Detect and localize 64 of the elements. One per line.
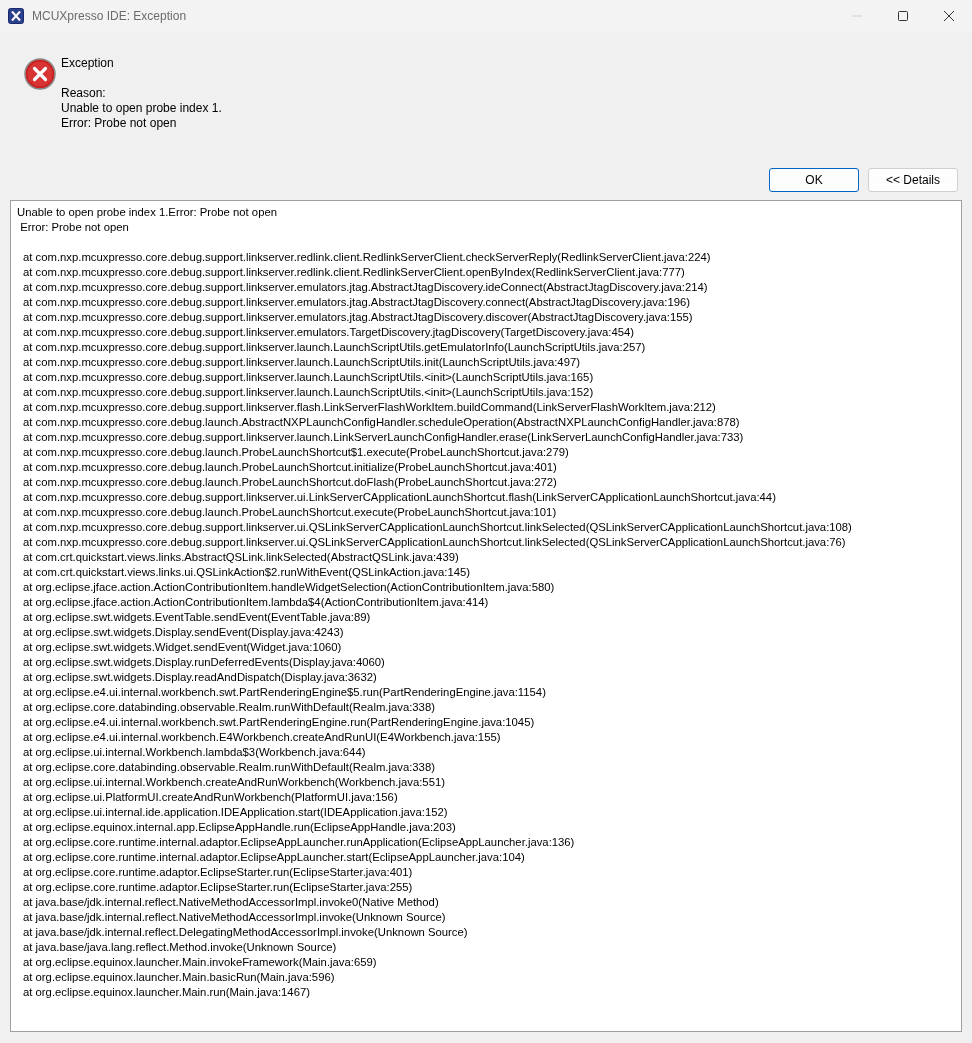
stack-frame: at org.eclipse.swt.widgets.Display.runDeferredEvents(Display.java:4060) bbox=[23, 655, 385, 670]
stack-frame: at org.eclipse.equinox.internal.app.EclipseAppHandle.run(EclipseAppHandle.java:203) bbox=[23, 820, 456, 835]
stack-frame: at java.base/jdk.internal.reflect.DelegatingMethodAccessorImpl.invoke(Unknown Source) bbox=[23, 925, 468, 940]
stack-frame: at com.nxp.mcuxpresso.core.debug.support.linkserver.redlink.client.RedlinkServerClient.checkServerReply(RedlinkServerClient.java:224) bbox=[23, 250, 711, 265]
details-text-area[interactable] bbox=[10, 200, 962, 1032]
stack-frame: at com.crt.quickstart.views.links.ui.QSLinkAction$2.runWithEvent(QSLinkAction.java:145) bbox=[23, 565, 471, 580]
stack-frame: at org.eclipse.swt.widgets.Display.sendEvent(Display.java:4243) bbox=[23, 625, 344, 640]
stack-frame: at org.eclipse.e4.ui.internal.workbench.E4Workbench.createAndRunUI(E4Workbench.java:155) bbox=[23, 730, 501, 745]
stack-frame: at java.base/jdk.internal.reflect.NativeMethodAccessorImpl.invoke(Unknown Source) bbox=[23, 910, 446, 925]
stack-frame: at org.eclipse.core.runtime.adaptor.EclipseStarter.run(EclipseStarter.java:401) bbox=[23, 865, 413, 880]
reason-text: Error: Probe not open bbox=[61, 116, 178, 131]
stack-frame: at org.eclipse.core.runtime.internal.adaptor.EclipseAppLauncher.start(EclipseAppLauncher.java:104) bbox=[23, 850, 525, 865]
stack-frame: at com.nxp.mcuxpresso.core.debug.support.linkserver.ui.LinkServerCApplicationLaunchShortcut.flash(LinkServerCApplicationLaunchShortcut.java:44) bbox=[23, 490, 776, 505]
stack-frame: at com.nxp.mcuxpresso.core.debug.launch.ProbeLaunchShortcut.doFlash(ProbeLaunchShortcut.java:272) bbox=[23, 475, 557, 490]
stack-frame: at com.nxp.mcuxpresso.core.debug.launch.ProbeLaunchShortcut$1.execute(ProbeLaunchShortcut.java:279) bbox=[23, 445, 569, 460]
reason-label: Reason: bbox=[61, 86, 107, 101]
stack-frame: at com.nxp.mcuxpresso.core.debug.support.linkserver.redlink.client.RedlinkServerClient.openByIndex(RedlinkServerClient.java:777) bbox=[23, 265, 685, 280]
stack-frame: at com.nxp.mcuxpresso.core.debug.support.linkserver.ui.QSLinkServerCApplicationLaunchShortcut.linkSelected(QSLinkServerCApplicationLaunchShortcut.java:76) bbox=[23, 535, 846, 550]
stack-frame: at org.eclipse.e4.ui.internal.workbench.swt.PartRenderingEngine$5.run(PartRenderingEngine.java:1154) bbox=[23, 685, 546, 700]
stack-frame: at org.eclipse.swt.widgets.Display.readAndDispatch(Display.java:3632) bbox=[23, 670, 377, 685]
stack-frame: at org.eclipse.jface.action.ActionContributionItem.handleWidgetSelection(ActionContributionItem.java:580) bbox=[23, 580, 555, 595]
stack-frame: at org.eclipse.core.databinding.observable.Realm.runWithDefault(Realm.java:338) bbox=[23, 760, 435, 775]
stack-frame: at org.eclipse.core.databinding.observable.Realm.runWithDefault(Realm.java:338) bbox=[23, 700, 435, 715]
stack-frame: at com.nxp.mcuxpresso.core.debug.support.linkserver.flash.LinkServerFlashWorkItem.buildCommand(LinkServerFlashWorkItem.java:212) bbox=[23, 400, 716, 415]
stack-frame: at org.eclipse.ui.PlatformUI.createAndRunWorkbench(PlatformUI.java:156) bbox=[23, 790, 398, 805]
app-logo-icon bbox=[8, 8, 24, 24]
stack-frame: at com.nxp.mcuxpresso.core.debug.launch.ProbeLaunchShortcut.execute(ProbeLaunchShortcut.java:101) bbox=[23, 505, 557, 520]
stack-frame: at com.nxp.mcuxpresso.core.debug.support.linkserver.emulators.TargetDiscovery.jtagDiscovery(TargetDiscovery.java:454) bbox=[23, 325, 635, 340]
stack-frame: at com.crt.quickstart.views.links.AbstractQSLink.linkSelected(AbstractQSLink.java:439) bbox=[23, 550, 459, 565]
stack-frame: at com.nxp.mcuxpresso.core.debug.support.linkserver.ui.QSLinkServerCApplicationLaunchShortcut.linkSelected(QSLinkServerCApplicationLaunchShortcut.java:108) bbox=[23, 520, 852, 535]
stack-frame: at org.eclipse.core.runtime.internal.adaptor.EclipseAppLauncher.runApplication(EclipseAppLauncher.java:136) bbox=[23, 835, 575, 850]
dialog-button[interactable]: OK bbox=[769, 168, 859, 192]
stack-frame: at com.nxp.mcuxpresso.core.debug.support.linkserver.launch.LaunchScriptUtils.<init>(LaunchScriptUtils.java:165) bbox=[23, 370, 594, 385]
stack-frame: at java.base/java.lang.reflect.Method.invoke(Unknown Source) bbox=[23, 940, 337, 955]
stack-frame: at java.base/jdk.internal.reflect.NativeMethodAccessorImpl.invoke0(Native Method) bbox=[23, 895, 439, 910]
stack-frame: at com.nxp.mcuxpresso.core.debug.support.linkserver.launch.LinkServerLaunchConfigHandler.erase(LinkServerLaunchConfigHandler.java:733) bbox=[23, 430, 744, 445]
stack-frame: at com.nxp.mcuxpresso.core.debug.launch.ProbeLaunchShortcut.initialize(ProbeLaunchShortcut.java:401) bbox=[23, 460, 557, 475]
stack-frame: at org.eclipse.swt.widgets.Widget.sendEvent(Widget.java:1060) bbox=[23, 640, 342, 655]
stack-frame: at com.nxp.mcuxpresso.core.debug.support.linkserver.launch.LaunchScriptUtils.getEmulatorInfo(LaunchScriptUtils.java:257) bbox=[23, 340, 646, 355]
stack-frame: at org.eclipse.ui.internal.Workbench.createAndRunWorkbench(Workbench.java:551) bbox=[23, 775, 445, 790]
close-icon bbox=[944, 11, 954, 21]
stack-frame: at com.nxp.mcuxpresso.core.debug.support.linkserver.launch.LaunchScriptUtils.<init>(LaunchScriptUtils.java:152) bbox=[23, 385, 594, 400]
dialog-button[interactable]: << Details bbox=[868, 168, 958, 192]
dialog-title: Exception bbox=[61, 56, 115, 71]
maximize-icon bbox=[898, 11, 908, 21]
error-message: Unable to open probe index 1.Error: Probe not open bbox=[17, 205, 277, 220]
stack-frame: at org.eclipse.jface.action.ActionContributionItem.lambda$4(ActionContributionItem.java:414) bbox=[23, 595, 489, 610]
stack-frame: at com.nxp.mcuxpresso.core.debug.support.linkserver.emulators.jtag.AbstractJtagDiscovery.connect(AbstractJtagDiscovery.java:196) bbox=[23, 295, 691, 310]
stack-frame: at org.eclipse.e4.ui.internal.workbench.swt.PartRenderingEngine.run(PartRenderingEngine.java:1045) bbox=[23, 715, 535, 730]
stack-frame: at com.nxp.mcuxpresso.core.debug.support.linkserver.emulators.jtag.AbstractJtagDiscovery.ideConnect(AbstractJtagDiscovery.java:214) bbox=[23, 280, 708, 295]
stack-frame: at org.eclipse.equinox.launcher.Main.run(Main.java:1467) bbox=[23, 985, 310, 1000]
stack-frame: at com.nxp.mcuxpresso.core.debug.launch.AbstractNXPLaunchConfigHandler.scheduleOperation(AbstractNXPLaunchConfigHandler.java:878) bbox=[23, 415, 740, 430]
stack-frame: at org.eclipse.equinox.launcher.Main.basicRun(Main.java:596) bbox=[23, 970, 335, 985]
stack-frame: at org.eclipse.ui.internal.Workbench.lambda$3(Workbench.java:644) bbox=[23, 745, 366, 760]
reason-text: Unable to open probe index 1. bbox=[61, 101, 222, 116]
stack-frame: at org.eclipse.swt.widgets.EventTable.sendEvent(EventTable.java:89) bbox=[23, 610, 371, 625]
stack-frame: at org.eclipse.equinox.launcher.Main.invokeFramework(Main.java:659) bbox=[23, 955, 377, 970]
window-title: MCUXpresso IDE: Exception bbox=[32, 8, 187, 25]
stack-frame: at org.eclipse.ui.internal.ide.application.IDEApplication.start(IDEApplication.java:152) bbox=[23, 805, 448, 820]
stack-frame: at com.nxp.mcuxpresso.core.debug.support.linkserver.launch.LaunchScriptUtils.init(LaunchScriptUtils.java:497) bbox=[23, 355, 580, 370]
stack-frame: at com.nxp.mcuxpresso.core.debug.support.linkserver.emulators.jtag.AbstractJtagDiscovery.discover(AbstractJtagDiscovery.java:155) bbox=[23, 310, 693, 325]
error-icon bbox=[24, 58, 56, 90]
error-message: Error: Probe not open bbox=[19, 220, 129, 235]
stack-frame: at org.eclipse.core.runtime.adaptor.EclipseStarter.run(EclipseStarter.java:255) bbox=[23, 880, 413, 895]
